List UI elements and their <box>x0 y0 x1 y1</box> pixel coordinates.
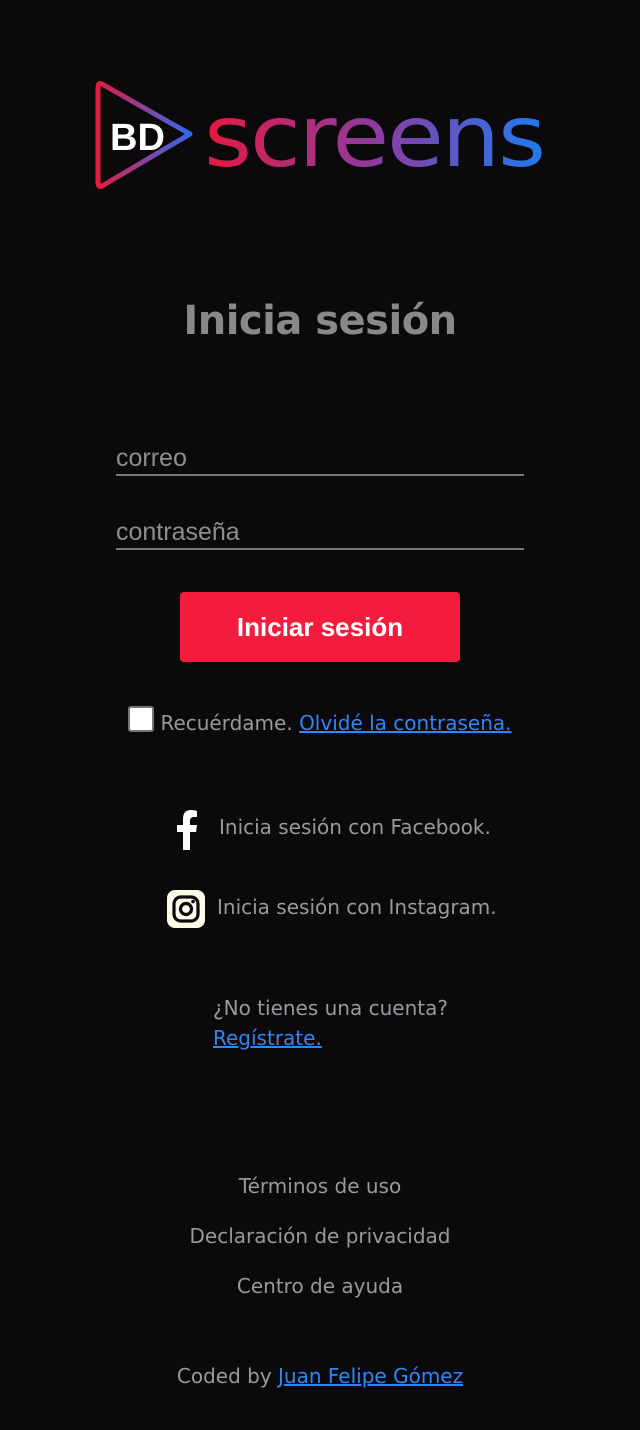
page-title: Inicia sesión <box>183 298 457 344</box>
email-field[interactable] <box>116 442 524 476</box>
help-center-link[interactable]: Centro de ayuda <box>0 1274 640 1298</box>
instagram-icon <box>167 890 205 928</box>
facebook-login-label: Inicia sesión con Facebook. <box>219 815 491 839</box>
signup-link[interactable]: Regístrate. <box>213 1026 322 1050</box>
password-field[interactable] <box>116 516 524 550</box>
remember-row: Recuérdame. Olvidé la contraseña. <box>0 706 640 735</box>
remember-label: Recuérdame. <box>160 711 293 735</box>
coded-by: Coded by Juan Felipe Gómez <box>0 1364 640 1388</box>
bd-screens-logo: BD screens <box>95 81 546 189</box>
forgot-password-link[interactable]: Olvidé la contraseña. <box>299 711 511 735</box>
signup-block: ¿No tienes una cuenta? Regístrate. <box>213 993 448 1053</box>
author-link[interactable]: Juan Felipe Gómez <box>278 1364 463 1388</box>
logo-word-text: screens <box>204 87 544 187</box>
privacy-link[interactable]: Declaración de privacidad <box>0 1224 640 1248</box>
coded-by-prefix: Coded by <box>176 1364 272 1388</box>
facebook-icon <box>177 810 197 850</box>
remember-checkbox[interactable] <box>128 706 155 732</box>
instagram-login-label: Inicia sesión con Instagram. <box>217 895 497 919</box>
terms-link[interactable]: Términos de uso <box>0 1174 640 1198</box>
signup-prompt: ¿No tienes una cuenta? <box>213 996 448 1020</box>
login-button[interactable]: Iniciar sesión <box>180 592 460 662</box>
logo-mark-text: BD <box>110 117 165 159</box>
